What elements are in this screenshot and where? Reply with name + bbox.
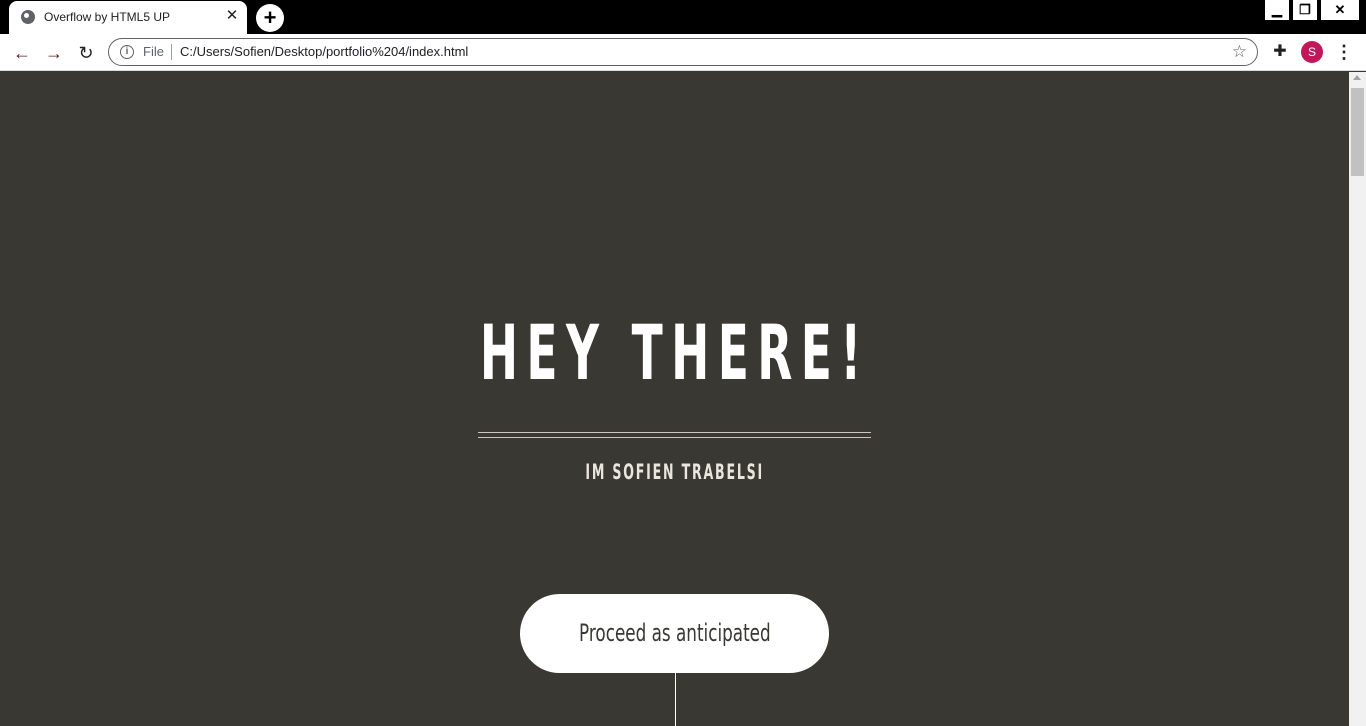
vertical-scrollbar[interactable] [1349, 72, 1366, 726]
tab-bar: Overflow by HTML5 UP ✕ + ▁ ❐ ✕ [0, 0, 1366, 34]
proceed-button[interactable]: Proceed as anticipated [520, 594, 829, 673]
new-tab-button[interactable]: + [256, 4, 284, 32]
url-text[interactable]: C:/Users/Sofien/Desktop/portfolio%204/in… [180, 44, 468, 59]
hero-divider [478, 432, 871, 438]
info-icon[interactable]: i [120, 45, 134, 59]
reload-button[interactable]: ↻ [74, 41, 98, 65]
window-close-icon[interactable]: ✕ [1321, 0, 1359, 20]
profile-avatar[interactable]: S [1301, 41, 1323, 63]
proceed-button-label: Proceed as anticipated [578, 619, 771, 647]
scroll-up-arrow-icon[interactable] [1353, 75, 1361, 80]
page-viewport: HEY THERE! IM SOFIEN TRABELSI Proceed as… [0, 72, 1349, 726]
omnibox-divider [171, 44, 172, 60]
close-tab-icon[interactable]: ✕ [223, 7, 241, 25]
restore-icon[interactable]: ❐ [1293, 0, 1317, 20]
tab-title: Overflow by HTML5 UP [44, 10, 171, 24]
hero-title: HEY THERE! [479, 308, 870, 397]
address-bar[interactable]: i File C:/Users/Sofien/Desktop/portfolio… [108, 38, 1258, 66]
browser-tab[interactable]: Overflow by HTML5 UP ✕ [9, 1, 247, 34]
back-button[interactable]: ← [10, 41, 34, 65]
kebab-menu-icon[interactable]: ⋮ [1335, 41, 1353, 63]
browser-toolbar: ← → ↻ i File C:/Users/Sofien/Desktop/por… [0, 34, 1366, 71]
scheme-label: File [143, 44, 164, 59]
globe-icon [21, 10, 35, 24]
extensions-icon[interactable]: ✚ [1270, 42, 1290, 62]
star-icon[interactable]: ☆ [1232, 42, 1247, 62]
forward-button[interactable]: → [42, 41, 66, 65]
minimize-icon[interactable]: ▁ [1265, 0, 1289, 20]
hero-subtitle: IM SOFIEN TRABELSI [585, 460, 765, 484]
scroll-thumb[interactable] [1351, 88, 1364, 176]
cta-connector-line [675, 673, 676, 726]
